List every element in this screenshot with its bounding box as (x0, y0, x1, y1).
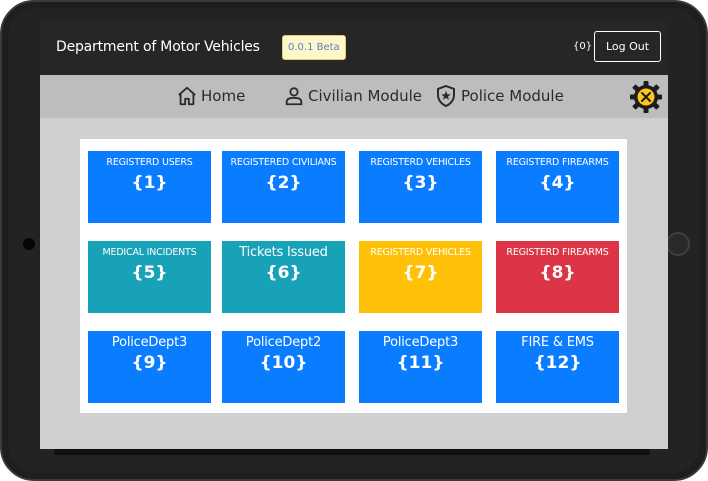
tile-value: {9} (131, 353, 168, 373)
tile-label: PoliceDept2 (245, 335, 322, 350)
stat-tile-registered-vehicles-alert[interactable]: REGISTERD VEHICLES {7} (359, 241, 482, 313)
tile-label: REGISTERD VEHICLES (370, 157, 471, 168)
tile-value: {12} (533, 353, 582, 373)
tile-label: REGISTERED CIVILIANS (230, 157, 337, 168)
tile-value: {8} (539, 263, 576, 283)
tile-value: {10} (259, 353, 308, 373)
tile-value: {3} (402, 173, 439, 193)
version-badge: 0.0.1 Beta (282, 35, 346, 60)
stat-tile-tickets-issued[interactable]: Tickets Issued {6} (222, 241, 345, 313)
settings-gear-icon[interactable] (629, 80, 663, 114)
stats-panel: REGISTERD USERS {1} REGISTERED CIVILIANS… (80, 139, 627, 413)
stat-tile-fire-ems[interactable]: FIRE & EMS {12} (496, 331, 619, 403)
app-title: Department of Motor Vehicles (56, 39, 260, 55)
stat-tile-medical-incidents[interactable]: MEDICAL INCIDENTS {5} (88, 241, 211, 313)
tile-label: REGISTERD USERS (106, 157, 193, 168)
tile-label: REGISTERD FIREARMS (506, 247, 609, 258)
nav-item-police-module[interactable]: Police Module (434, 84, 564, 108)
nav-item-civilian-module[interactable]: Civilian Module (283, 84, 422, 108)
stat-tile-registered-users[interactable]: REGISTERD USERS {1} (88, 151, 211, 223)
tile-value: {7} (402, 263, 439, 283)
top-header: Department of Motor Vehicles 0.0.1 Beta … (40, 22, 668, 75)
stat-tile-police-dept-3b[interactable]: PoliceDept3 {11} (359, 331, 482, 403)
stat-tile-police-dept-2[interactable]: PoliceDept2 {10} (222, 331, 345, 403)
tile-label: FIRE & EMS (521, 335, 594, 350)
tile-value: {5} (131, 263, 168, 283)
tile-label: REGISTERD VEHICLES (370, 247, 471, 258)
home-icon (176, 85, 198, 107)
tablet-home-button (666, 232, 690, 256)
nav-bar: Home Civilian Module Police Module (40, 75, 668, 118)
tile-value: {6} (265, 263, 302, 283)
tile-label: Tickets Issued (239, 245, 328, 260)
stat-tile-police-dept-3[interactable]: PoliceDept3 {9} (88, 331, 211, 403)
stat-tile-registered-civilians[interactable]: REGISTERED CIVILIANS {2} (222, 151, 345, 223)
nav-item-home[interactable]: Home (176, 84, 245, 108)
tile-label: PoliceDept3 (382, 335, 459, 350)
tile-value: {4} (539, 173, 576, 193)
screen-bottom-edge (54, 449, 650, 455)
stat-tile-registered-firearms-alert[interactable]: REGISTERD FIREARMS {8} (496, 241, 619, 313)
police-shield-icon (434, 84, 458, 108)
tile-value: {1} (131, 173, 168, 193)
logout-button[interactable]: Log Out (594, 31, 661, 62)
notification-count[interactable]: {0} (573, 41, 592, 52)
tile-label: PoliceDept3 (111, 335, 188, 350)
camera-dot (23, 238, 35, 250)
stat-tile-registered-vehicles[interactable]: REGISTERD VEHICLES {3} (359, 151, 482, 223)
tile-label: REGISTERD FIREARMS (506, 157, 609, 168)
nav-civilian-label: Civilian Module (308, 87, 423, 105)
nav-police-label: Police Module (461, 87, 564, 105)
app-screen: Department of Motor Vehicles 0.0.1 Beta … (40, 22, 668, 449)
nav-home-label: Home (201, 87, 246, 105)
tile-label: MEDICAL INCIDENTS (102, 247, 197, 258)
user-icon (283, 85, 305, 107)
tile-value: {2} (265, 173, 302, 193)
stat-tile-registered-firearms[interactable]: REGISTERD FIREARMS {4} (496, 151, 619, 223)
tile-value: {11} (396, 353, 445, 373)
